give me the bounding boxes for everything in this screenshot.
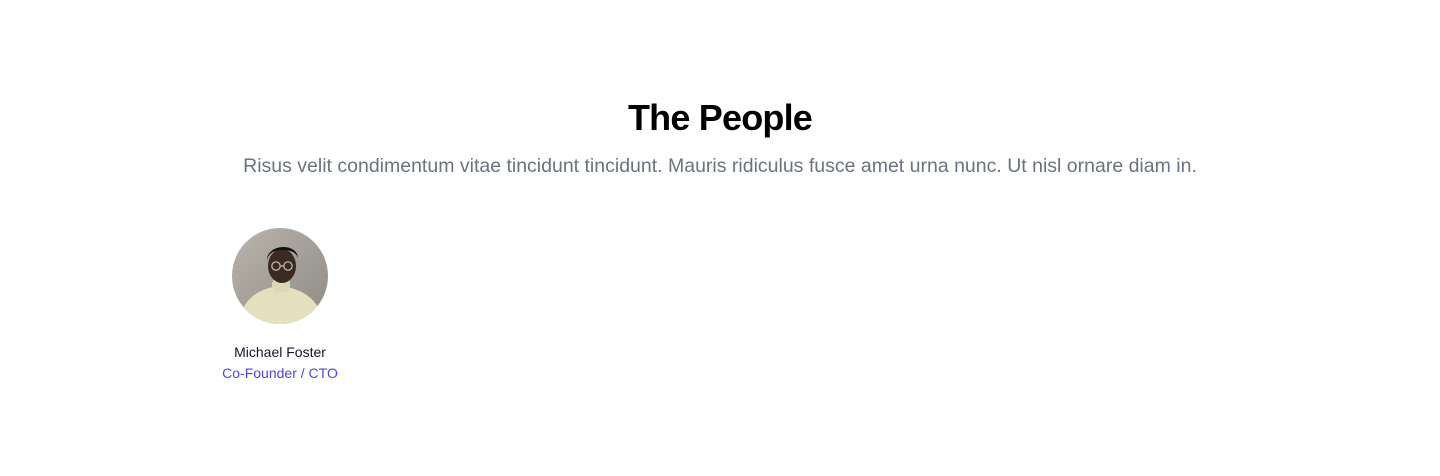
- member-name: Michael Foster: [234, 344, 326, 360]
- section-title: The People: [627, 97, 813, 138]
- avatar: [232, 228, 328, 324]
- team-section: The People Risus velit condimentum vitae…: [0, 0, 1440, 476]
- team-header: The People Risus velit condimentum vitae…: [0, 96, 1440, 180]
- member-role: Co-Founder / CTO: [222, 365, 338, 381]
- team-member-card: Michael Foster Co-Founder / CTO: [200, 228, 360, 383]
- section-description: Risus velit condimentum vitae tincidunt …: [243, 155, 1197, 177]
